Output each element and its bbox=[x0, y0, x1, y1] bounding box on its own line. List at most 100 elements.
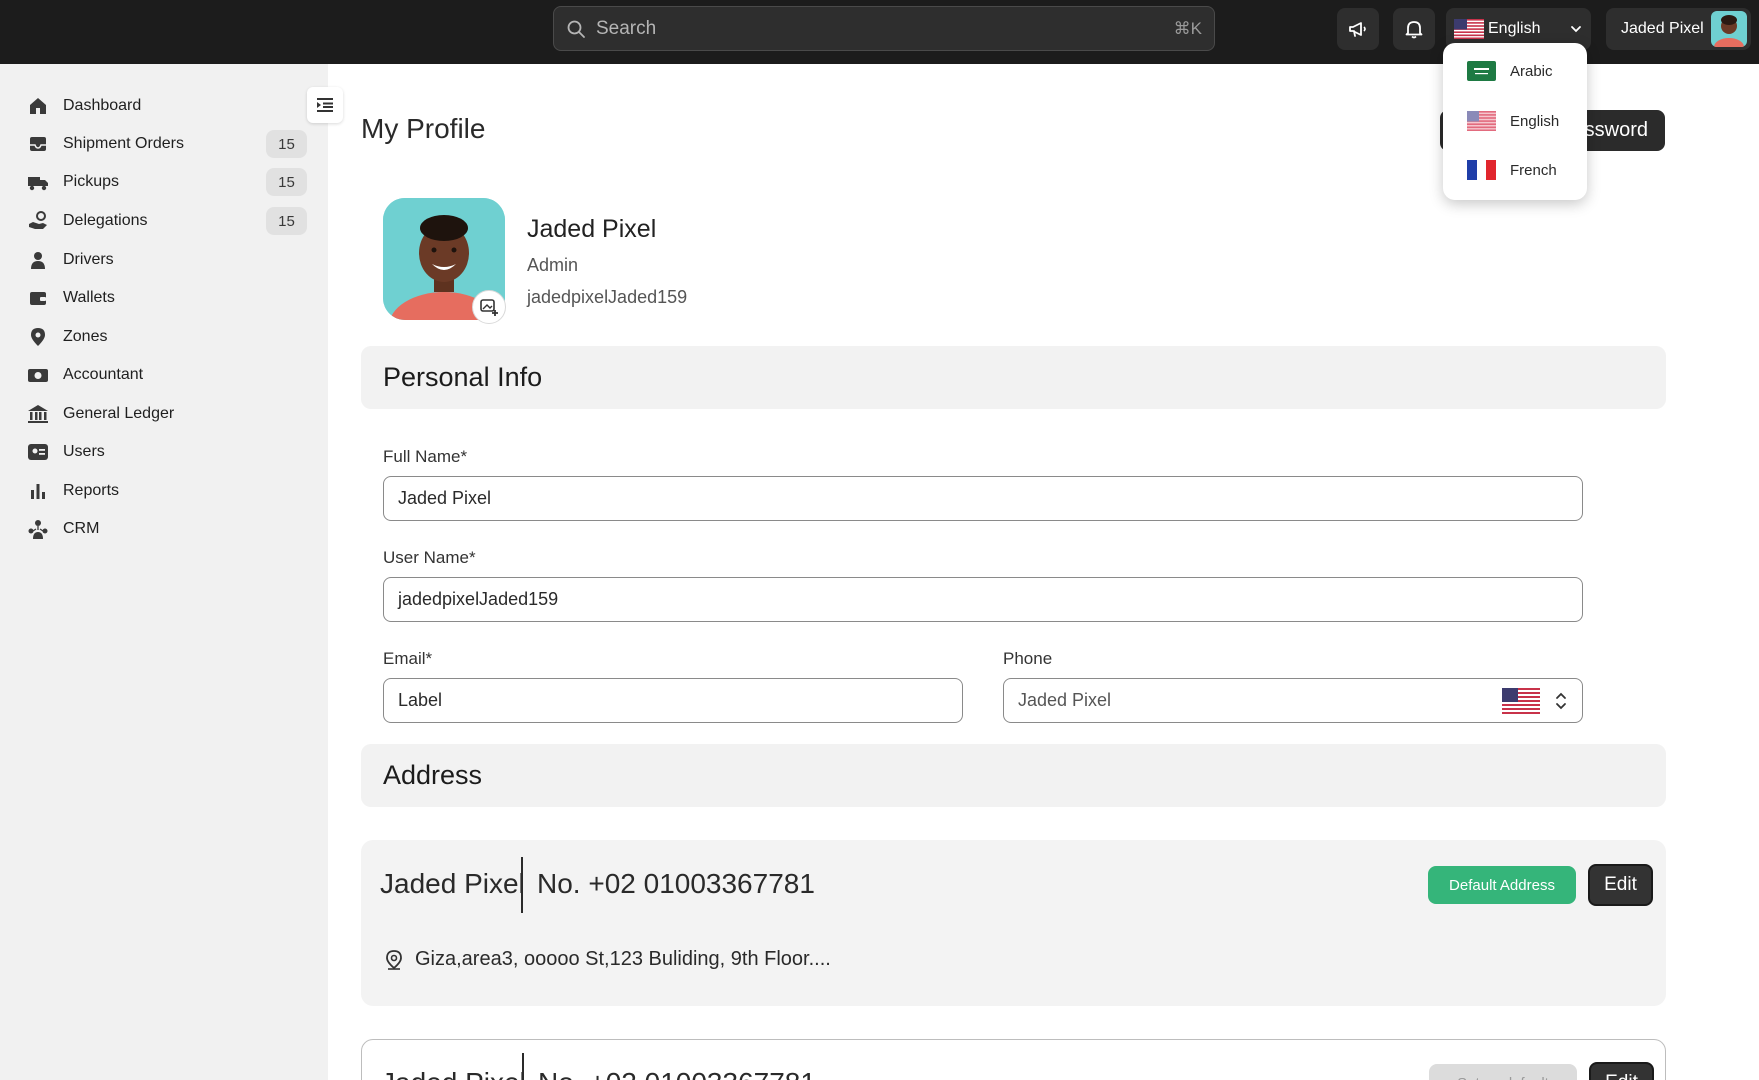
announcements-button[interactable] bbox=[1337, 8, 1379, 50]
address-line: Giza,area3, ooooo St,123 Buliding, 9th F… bbox=[383, 948, 831, 971]
chevron-up-down-icon[interactable] bbox=[1554, 690, 1568, 712]
sidebar-item-reports[interactable]: Reports bbox=[27, 473, 307, 509]
sidebar-item-label: Dashboard bbox=[63, 97, 142, 114]
user-name: Jaded Pixel bbox=[1621, 20, 1704, 37]
language-label: English bbox=[1488, 20, 1541, 37]
count-badge: 15 bbox=[266, 207, 307, 235]
user-name-label: User Name* bbox=[383, 548, 476, 567]
user-name-value: jadedpixelJaded159 bbox=[398, 589, 559, 609]
sidebar-item-label: Zones bbox=[63, 328, 108, 345]
france-flag-icon bbox=[1467, 160, 1496, 180]
sidebar-item-delegations[interactable]: Delegations 15 bbox=[27, 203, 307, 239]
full-name-value: Jaded Pixel bbox=[398, 488, 492, 508]
set-default-button[interactable]: Set as default bbox=[1429, 1064, 1577, 1080]
phone-value: Jaded Pixel bbox=[1018, 690, 1112, 710]
sidebar-item-label: Pickups bbox=[63, 173, 120, 190]
people-network-icon bbox=[27, 518, 49, 540]
phone-label: Phone bbox=[1003, 649, 1053, 668]
sidebar-item-label: Delegations bbox=[63, 212, 148, 229]
search-input[interactable]: Search ⌘K bbox=[553, 6, 1215, 51]
profile-name: Jaded Pixel bbox=[527, 215, 657, 243]
language-option-french[interactable]: French bbox=[1467, 158, 1557, 182]
hand-coin-icon bbox=[27, 210, 49, 232]
profile-username: jadedpixelJaded159 bbox=[527, 287, 688, 307]
change-photo-button[interactable] bbox=[472, 290, 506, 324]
email-label: Email* bbox=[383, 649, 433, 668]
user-menu-button[interactable]: Jaded Pixel bbox=[1606, 8, 1751, 50]
address-name: Jaded Pixel bbox=[381, 1067, 526, 1080]
inbox-icon bbox=[27, 133, 49, 155]
divider bbox=[521, 857, 523, 913]
bar-chart-icon bbox=[27, 480, 49, 502]
home-icon bbox=[27, 95, 49, 117]
count-badge: 15 bbox=[266, 130, 307, 158]
full-name-label: Full Name* bbox=[383, 447, 468, 466]
bank-icon bbox=[27, 403, 49, 425]
sidebar-item-pickups[interactable]: Pickups 15 bbox=[27, 164, 307, 200]
search-placeholder: Search bbox=[596, 17, 657, 39]
sidebar-item-label: Drivers bbox=[63, 251, 114, 268]
sidebar-item-label: Users bbox=[63, 443, 105, 460]
default-address-badge: Default Address bbox=[1428, 866, 1576, 904]
sidebar-item-shipment-orders[interactable]: Shipment Orders 15 bbox=[27, 126, 307, 162]
megaphone-icon bbox=[1349, 22, 1366, 37]
sidebar-item-general-ledger[interactable]: General Ledger bbox=[27, 396, 307, 432]
search-icon bbox=[567, 20, 585, 38]
us-flag-icon bbox=[1502, 687, 1540, 714]
sidebar-item-dashboard[interactable]: Dashboard bbox=[27, 88, 307, 124]
language-dropdown: Arabic English French bbox=[1443, 43, 1587, 200]
address-heading: Address bbox=[361, 744, 1666, 807]
profile-role: Admin bbox=[527, 255, 579, 275]
divider bbox=[522, 1053, 524, 1080]
user-name-field[interactable]: jadedpixelJaded159 bbox=[383, 577, 1583, 622]
person-icon bbox=[27, 249, 49, 271]
search-shortcut: ⌘K bbox=[1173, 18, 1202, 38]
sidebar: Dashboard Shipment Orders 15 Pickups 15 … bbox=[0, 64, 328, 1080]
sidebar-collapse-button[interactable] bbox=[307, 87, 343, 123]
sidebar-item-wallets[interactable]: Wallets bbox=[27, 280, 307, 316]
count-badge: 15 bbox=[266, 168, 307, 196]
location-pin-icon bbox=[386, 949, 402, 970]
edit-address-button[interactable]: Edit bbox=[1589, 1062, 1654, 1080]
email-field[interactable]: Label bbox=[383, 678, 963, 723]
address-name: Jaded Pixel bbox=[380, 868, 525, 899]
language-option-label: French bbox=[1510, 161, 1557, 179]
address-phone: No. +02 01003367781 bbox=[537, 868, 815, 899]
edit-address-button[interactable]: Edit bbox=[1588, 864, 1653, 906]
chevron-down-icon bbox=[1571, 26, 1581, 33]
page-title: My Profile bbox=[361, 113, 486, 144]
collapse-menu-icon bbox=[317, 98, 333, 112]
saudi-flag-icon bbox=[1467, 61, 1496, 81]
address-card: Jaded Pixel No. +02 01003367781 Set as d… bbox=[361, 1039, 1666, 1080]
user-card-icon bbox=[27, 441, 49, 463]
sidebar-item-label: CRM bbox=[63, 520, 100, 537]
notifications-button[interactable] bbox=[1393, 8, 1435, 50]
us-flag-icon bbox=[1467, 111, 1496, 131]
address-text: Giza,area3, ooooo St,123 Buliding, 9th F… bbox=[415, 948, 831, 970]
wallet-icon bbox=[27, 287, 49, 309]
personal-info-heading: Personal Info bbox=[361, 346, 1666, 409]
sidebar-item-label: General Ledger bbox=[63, 405, 175, 422]
full-name-field[interactable]: Jaded Pixel bbox=[383, 476, 1583, 521]
sidebar-item-crm[interactable]: CRM bbox=[27, 511, 307, 547]
image-add-icon bbox=[480, 299, 498, 316]
sidebar-item-zones[interactable]: Zones bbox=[27, 319, 307, 355]
location-pin-icon bbox=[27, 326, 49, 348]
avatar bbox=[1711, 11, 1747, 47]
cash-icon bbox=[27, 364, 49, 386]
address-phone: No. +02 01003367781 bbox=[538, 1067, 816, 1080]
sidebar-item-drivers[interactable]: Drivers bbox=[27, 242, 307, 278]
sidebar-item-accountant[interactable]: Accountant bbox=[27, 357, 307, 393]
language-option-english[interactable]: English bbox=[1467, 109, 1559, 133]
language-option-arabic[interactable]: Arabic bbox=[1467, 59, 1553, 83]
email-value: Label bbox=[398, 690, 443, 710]
language-option-label: English bbox=[1510, 112, 1560, 130]
address-card: Jaded Pixel No. +02 01003367781 Default … bbox=[361, 840, 1666, 1006]
sidebar-item-label: Shipment Orders bbox=[63, 135, 184, 152]
us-flag-icon bbox=[1454, 19, 1484, 39]
sidebar-item-label: Reports bbox=[63, 482, 120, 499]
sidebar-item-label: Accountant bbox=[63, 366, 144, 383]
sidebar-item-users[interactable]: Users bbox=[27, 434, 307, 470]
truck-icon bbox=[27, 171, 49, 193]
phone-field[interactable]: Jaded Pixel bbox=[1003, 678, 1583, 723]
